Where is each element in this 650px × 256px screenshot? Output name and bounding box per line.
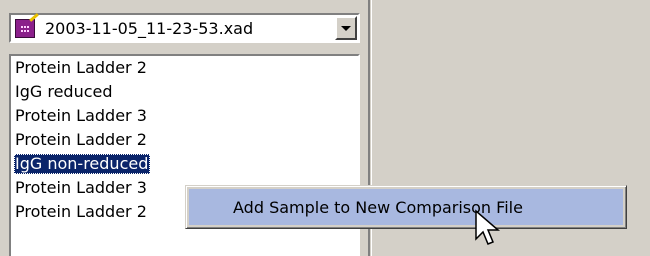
list-item-label: Protein Ladder 2 <box>15 202 147 221</box>
list-item-label: IgG reduced <box>15 82 113 101</box>
menu-item-label: Add Sample to New Comparison File <box>233 197 523 217</box>
chevron-down-icon <box>341 25 351 31</box>
menu-item-add-sample-to-new-comparison-file[interactable]: Add Sample to New Comparison File <box>189 189 623 225</box>
list-item[interactable]: IgG reduced <box>11 80 358 104</box>
list-item-label: IgG non-reduced <box>14 154 151 174</box>
list-item-label: Protein Ladder 3 <box>15 106 147 125</box>
dropdown-button[interactable] <box>335 16 357 40</box>
file-dropdown[interactable]: 2003-11-05_11-23-53.xad <box>9 13 360 43</box>
file-dropdown-value: 2003-11-05_11-23-53.xad <box>45 18 254 38</box>
list-item[interactable]: Protein Ladder 2 <box>11 128 358 152</box>
list-item-selected[interactable]: IgG non-reduced <box>11 152 358 176</box>
list-item[interactable]: Protein Ladder 2 <box>11 56 358 80</box>
context-menu: Add Sample to New Comparison File <box>185 185 627 229</box>
sample-file-icon <box>15 13 39 39</box>
list-item-label: Protein Ladder 2 <box>15 58 147 77</box>
list-item[interactable]: Protein Ladder 3 <box>11 104 358 128</box>
list-item-label: Protein Ladder 3 <box>15 178 147 197</box>
list-item-label: Protein Ladder 2 <box>15 130 147 149</box>
